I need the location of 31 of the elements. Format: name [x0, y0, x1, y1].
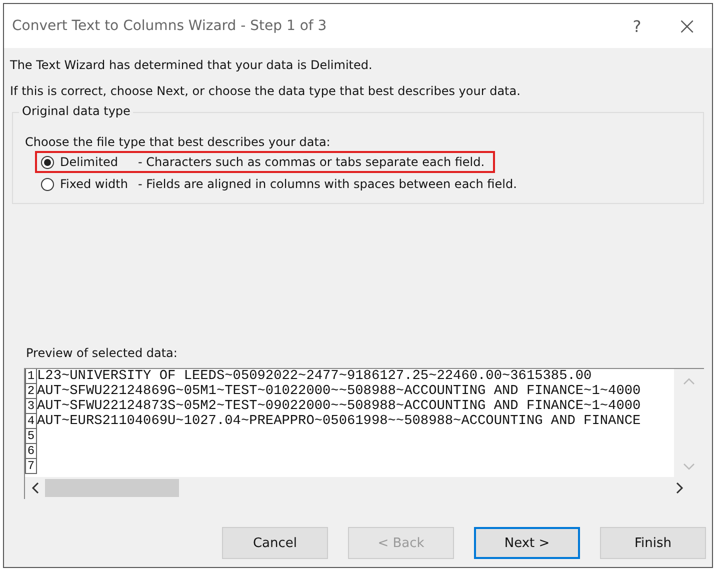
line-number: 3	[25, 399, 37, 414]
preview-label: Preview of selected data:	[26, 346, 178, 360]
line-number: 2	[25, 384, 37, 399]
radio-button[interactable]	[41, 178, 54, 190]
data-line: AUT~SFWU22124869G~05M1~TEST~01022000~~508988~ACCOUNTING AND FINANCE~1~4000	[37, 384, 641, 399]
line-number: 7	[25, 459, 37, 474]
radio-button[interactable]	[41, 156, 54, 168]
scroll-left-icon[interactable]	[31, 482, 39, 494]
close-button[interactable]: ×	[662, 6, 712, 46]
group-title: Original data type	[19, 104, 134, 118]
data-line: L23~UNIVERSITY OF LEEDS~05092022~2477~9186127.25~22460.00~3615385.00	[37, 369, 592, 384]
scrollbar-thumb[interactable]	[45, 479, 179, 497]
wizard-button[interactable]: Cancel	[222, 527, 328, 559]
line-number: 6	[25, 444, 37, 459]
window-title: Convert Text to Columns Wizard - Step 1 of 3	[12, 18, 328, 34]
scroll-right-icon[interactable]	[676, 482, 684, 494]
prompt-text: Choose the file type that best describes your data:	[25, 135, 332, 149]
line-number: 4	[25, 414, 37, 429]
line-number: 1	[25, 369, 37, 384]
wizard-button[interactable]: Next >	[474, 527, 580, 559]
option-description: - Characters such as commas or tabs separate each field.	[138, 155, 485, 169]
info-text: The Text Wizard has determined that your data is Delimited.	[10, 58, 374, 72]
data-line: AUT~SFWU22124873S~05M2~TEST~09022000~~508988~ACCOUNTING AND FINANCE~1~4000	[37, 399, 641, 414]
data-line: AUT~EURS21104069U~1027.04~PREAPPRO~05061998~~508988~ACCOUNTING AND FINANCE	[37, 414, 641, 429]
help-button[interactable]: ?	[612, 6, 662, 46]
line-number: 5	[25, 429, 37, 444]
wizard-button[interactable]: Finish	[600, 527, 706, 559]
option-description: - Fields are aligned in columns with spaces between each field.	[138, 177, 517, 191]
info-text: If this is correct, choose Next, or choose the data type that best describes your data.	[10, 84, 522, 98]
option-label[interactable]: Delimited	[60, 155, 132, 169]
option-label[interactable]: Fixed width	[60, 177, 132, 191]
